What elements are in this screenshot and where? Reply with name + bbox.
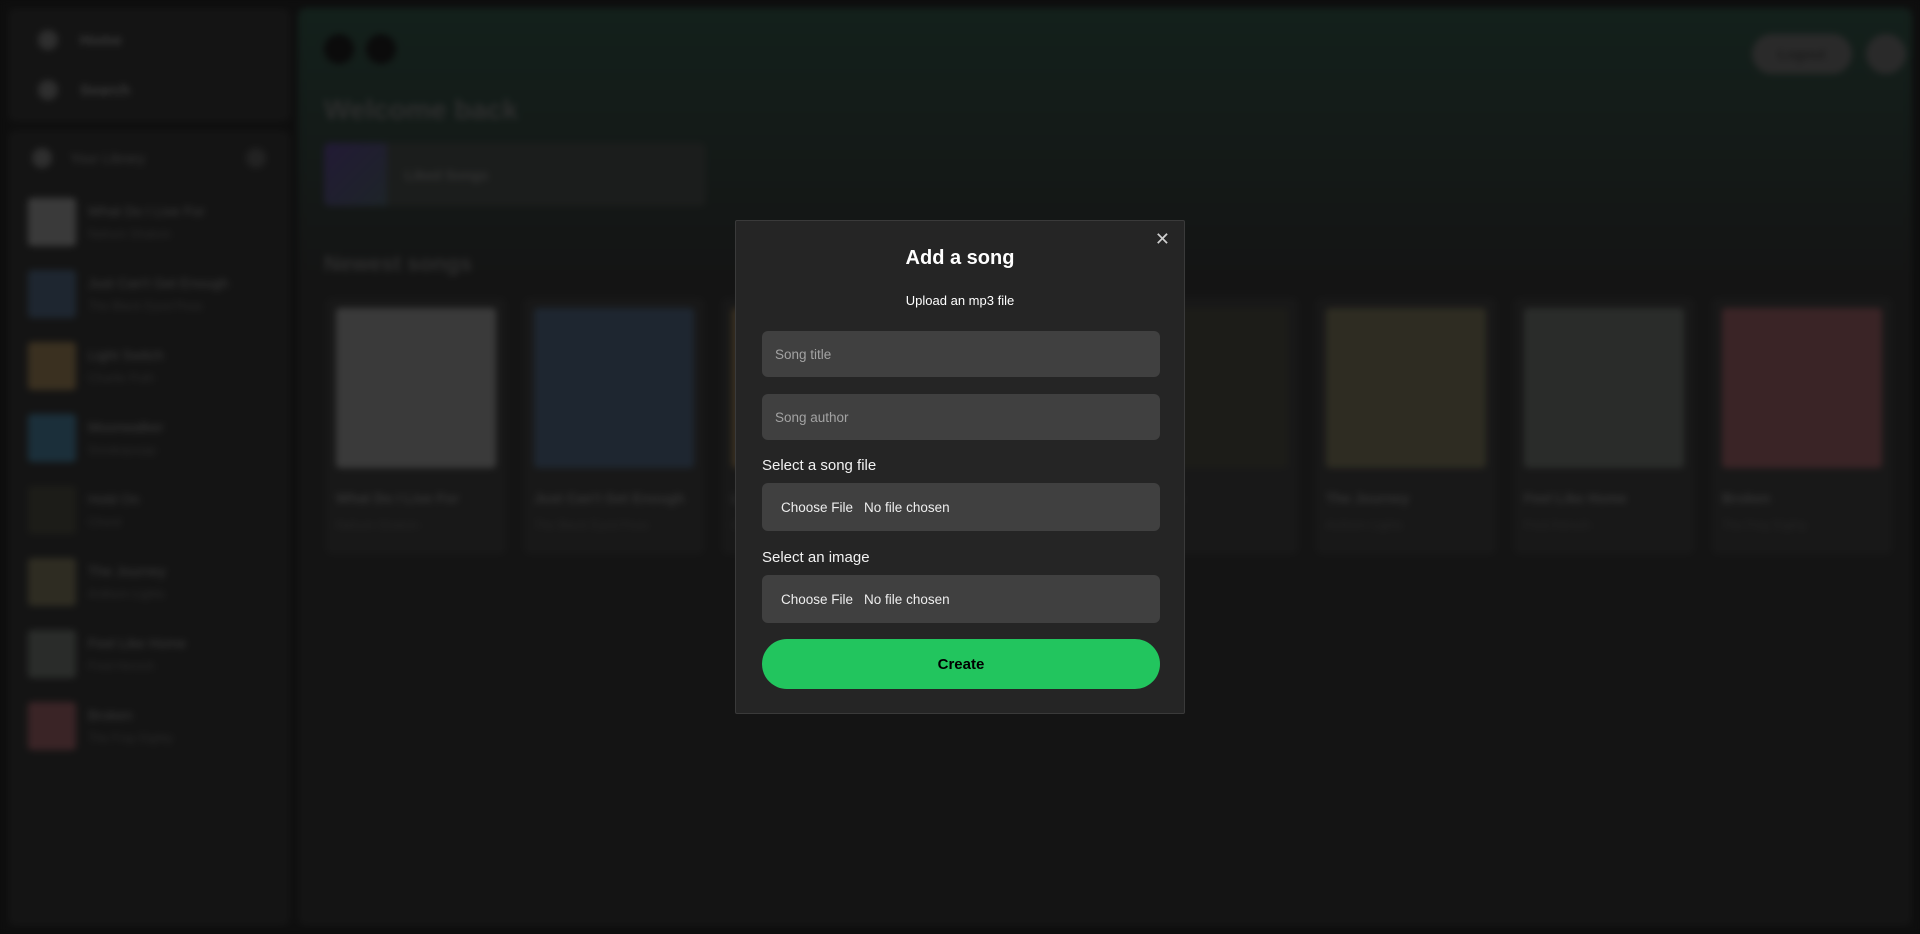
back-button[interactable]	[324, 34, 354, 64]
choose-file-button[interactable]: Choose File	[781, 500, 853, 515]
song-author: The Fray Eighty	[1722, 518, 1807, 532]
song-title: Hold On	[88, 491, 140, 507]
nav-search-label: Search	[80, 81, 131, 99]
library: Your Library What Do I Live For Nahum Sha…	[8, 130, 290, 926]
song-card[interactable]: Broken The Fray Eighty	[1712, 298, 1892, 554]
library-label: Your Library	[70, 150, 145, 166]
search-icon	[38, 80, 58, 100]
file-status: No file chosen	[864, 499, 950, 515]
library-item[interactable]: Light Switch Charlie Puth	[8, 330, 290, 402]
song-author: Anthem Lights	[1326, 518, 1403, 532]
library-item[interactable]: What Do I Live For Nahum Shalom	[8, 186, 290, 258]
song-author: Anthem Lights	[88, 587, 165, 601]
song-card[interactable]: What Do I Live For Nahum Shalom	[326, 298, 506, 554]
song-cover	[28, 630, 76, 678]
song-cover	[28, 558, 76, 606]
song-title: What Do I Live For	[88, 203, 205, 219]
song-cover	[28, 414, 76, 462]
song-author: Smokepurpp	[88, 443, 157, 457]
song-author: The Black Eyed Peas	[534, 518, 649, 532]
song-author: Nahum Shalom	[336, 518, 419, 532]
song-cover	[28, 486, 76, 534]
library-item[interactable]: Hold On Chord	[8, 474, 290, 546]
song-cover	[336, 308, 496, 468]
song-cover	[1722, 308, 1882, 468]
song-file-input[interactable]: Choose File No file chosen	[762, 483, 1160, 531]
song-title: Light Switch	[88, 347, 164, 363]
library-header: Your Library	[8, 130, 290, 186]
song-author: Charlie Puth	[88, 371, 155, 385]
song-cover	[28, 198, 76, 246]
song-title: Just Can't Get Enough	[88, 275, 229, 291]
song-cover	[534, 308, 694, 468]
song-file-label: Select a song file	[762, 457, 877, 474]
newest-songs-title: Newest songs	[324, 251, 472, 276]
library-item[interactable]: The Journey Anthem Lights	[8, 546, 290, 618]
song-author: The Black Eyed Peas	[88, 299, 203, 313]
song-author: Nahum Shalom	[88, 227, 171, 241]
song-card[interactable]: Feel Like Home Fred Hersch	[1514, 298, 1694, 554]
song-author: Fred Hersch	[1524, 518, 1591, 532]
song-author: Chord	[88, 515, 121, 529]
library-item[interactable]: Feel Like Home Fred Hersch	[8, 618, 290, 690]
song-cover	[1326, 308, 1486, 468]
song-title: Just Can't Get Enough	[534, 490, 685, 506]
nav-home[interactable]: Home	[8, 15, 290, 65]
library-item[interactable]: Moonwalker Smokepurpp	[8, 402, 290, 474]
song-card[interactable]: The Journey Anthem Lights	[1316, 298, 1496, 554]
song-title: Broken	[88, 707, 133, 723]
song-cover	[28, 270, 76, 318]
heart-icon	[324, 143, 387, 206]
add-song-icon[interactable]	[246, 148, 266, 168]
song-card[interactable]: Just Can't Get Enough The Black Eyed Peas	[524, 298, 704, 554]
user-avatar-button[interactable]	[1866, 34, 1906, 74]
song-author: The Fray Eighty	[88, 731, 173, 745]
song-author: Fred Hersch	[88, 659, 155, 673]
create-button[interactable]: Create	[762, 639, 1160, 689]
song-title: The Journey	[88, 563, 166, 579]
song-title: What Do I Live For	[336, 490, 459, 506]
song-cover	[28, 342, 76, 390]
liked-songs-card[interactable]: Liked Songs	[324, 143, 706, 206]
liked-songs-label: Liked Songs	[405, 166, 489, 183]
library-icon	[32, 148, 52, 168]
choose-file-button[interactable]: Choose File	[781, 592, 853, 607]
nav-home-label: Home	[80, 31, 122, 49]
song-title: Feel Like Home	[88, 635, 187, 651]
modal-title: Add a song	[905, 247, 1015, 269]
song-cover	[1524, 308, 1684, 468]
song-cover	[28, 702, 76, 750]
home-icon	[38, 30, 58, 50]
song-title-input[interactable]	[762, 331, 1160, 377]
sidebar-nav: Home Search	[8, 8, 290, 122]
song-title: The Journey	[1326, 490, 1410, 506]
file-status: No file chosen	[864, 591, 950, 607]
image-file-input[interactable]: Choose File No file chosen	[762, 575, 1160, 623]
song-author-input[interactable]	[762, 394, 1160, 440]
song-title: Feel Like Home	[1524, 490, 1627, 506]
logout-button[interactable]: Logout	[1752, 34, 1852, 74]
welcome-title: Welcome back	[324, 94, 519, 125]
library-item[interactable]: Just Can't Get Enough The Black Eyed Peas	[8, 258, 290, 330]
modal-subtitle: Upload an mp3 file	[905, 293, 1015, 308]
nav-search[interactable]: Search	[8, 65, 290, 115]
image-file-label: Select an image	[762, 549, 870, 566]
song-title: Moonwalker	[88, 419, 164, 435]
library-item[interactable]: Broken The Fray Eighty	[8, 690, 290, 762]
song-title: Broken	[1722, 490, 1771, 506]
forward-button[interactable]	[366, 34, 396, 64]
add-song-modal: ✕ Add a song Upload an mp3 file Select a…	[735, 220, 1185, 714]
